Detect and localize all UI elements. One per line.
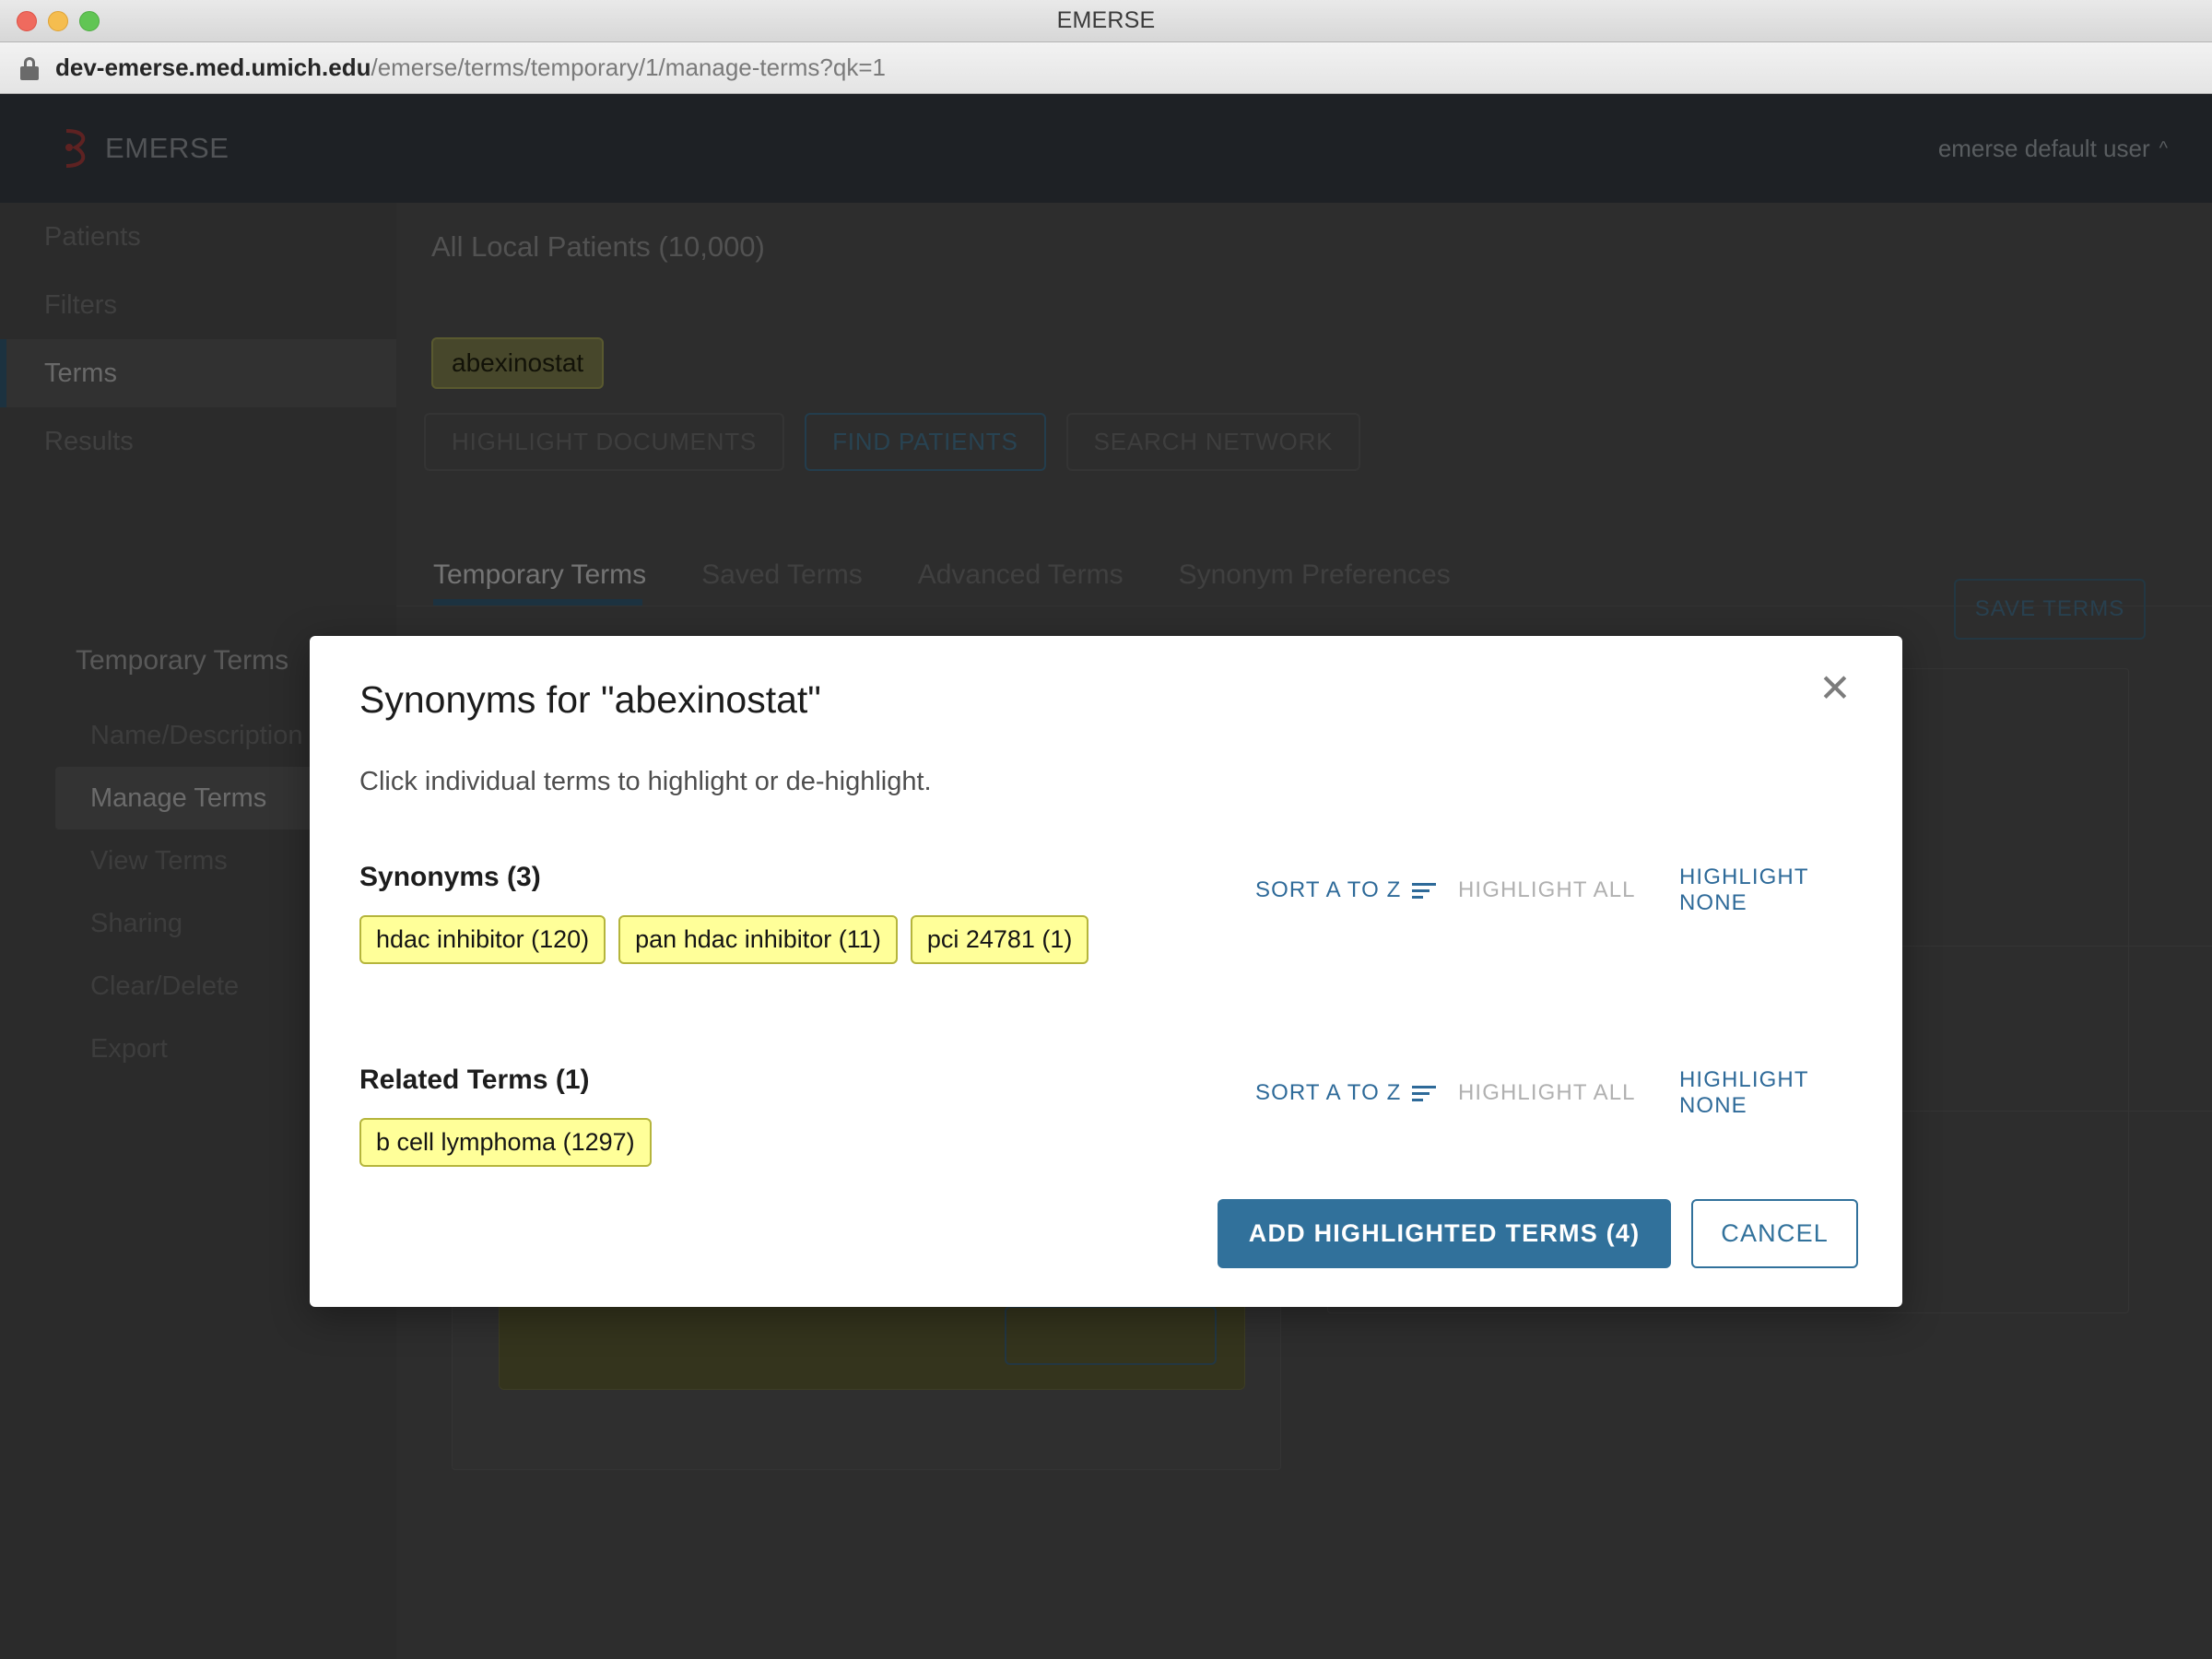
synonyms-section-header: Synonyms (3) SORT A TO Z HIGHLIGHT ALL H… — [359, 862, 1853, 902]
url-path: /emerse/terms/temporary/1/manage-terms?q… — [371, 53, 886, 81]
browser-window-title: EMERSE — [1057, 7, 1156, 34]
sort-descending-icon — [1412, 1084, 1436, 1102]
synonym-chip[interactable]: hdac inhibitor (120) — [359, 915, 606, 964]
sort-a-to-z-button[interactable]: SORT A TO Z — [1255, 877, 1458, 903]
browser-titlebar: EMERSE — [0, 0, 2212, 42]
window-traffic-lights[interactable] — [17, 0, 100, 42]
related-terms-section-actions: SORT A TO Z HIGHLIGHT ALL HIGHLIGHT NONE — [1255, 1067, 1836, 1119]
sort-a-to-z-label: SORT A TO Z — [1255, 877, 1401, 903]
synonyms-section: Synonyms (3) SORT A TO Z HIGHLIGHT ALL H… — [359, 862, 1853, 902]
synonyms-dialog: ✕ Synonyms for "abexinostat" Click indiv… — [310, 636, 1902, 1307]
related-terms-section-label: Related Terms (1) — [359, 1065, 590, 1096]
dialog-title: Synonyms for "abexinostat" — [359, 678, 821, 722]
application: EMERSE emerse default user ^ Patients Fi… — [0, 94, 2212, 1659]
sort-a-to-z-label: SORT A TO Z — [1255, 1080, 1401, 1106]
highlight-none-button[interactable]: HIGHLIGHT NONE — [1679, 1067, 1836, 1119]
sort-descending-icon — [1412, 881, 1436, 900]
dialog-footer: ADD HIGHLIGHTED TERMS (4) CANCEL — [1218, 1199, 1858, 1268]
url-text: dev-emerse.med.umich.edu/emerse/terms/te… — [55, 53, 886, 82]
sort-a-to-z-button[interactable]: SORT A TO Z — [1255, 1080, 1458, 1106]
related-terms-section: Related Terms (1) SORT A TO Z HIGHLIGHT … — [359, 1065, 1853, 1105]
related-terms-chip-list: b cell lymphoma (1297) — [359, 1118, 652, 1167]
close-window-button[interactable] — [17, 11, 37, 31]
cancel-button[interactable]: CANCEL — [1691, 1199, 1858, 1268]
maximize-window-button[interactable] — [79, 11, 100, 31]
browser-urlbar[interactable]: dev-emerse.med.umich.edu/emerse/terms/te… — [0, 42, 2212, 94]
page-root: EMERSE dev-emerse.med.umich.edu/emerse/t… — [0, 0, 2212, 1659]
highlight-none-button[interactable]: HIGHLIGHT NONE — [1679, 865, 1836, 916]
synonyms-section-label: Synonyms (3) — [359, 862, 541, 893]
synonyms-chip-list: hdac inhibitor (120) pan hdac inhibitor … — [359, 915, 1088, 964]
add-highlighted-terms-button[interactable]: ADD HIGHLIGHTED TERMS (4) — [1218, 1199, 1672, 1268]
synonym-chip[interactable]: pan hdac inhibitor (11) — [618, 915, 898, 964]
close-icon[interactable]: ✕ — [1808, 662, 1862, 715]
highlight-all-button[interactable]: HIGHLIGHT ALL — [1458, 1080, 1679, 1106]
related-term-chip[interactable]: b cell lymphoma (1297) — [359, 1118, 652, 1167]
related-terms-section-header: Related Terms (1) SORT A TO Z HIGHLIGHT … — [359, 1065, 1853, 1105]
synonym-chip[interactable]: pci 24781 (1) — [911, 915, 1089, 964]
highlight-all-button[interactable]: HIGHLIGHT ALL — [1458, 877, 1679, 903]
url-host: dev-emerse.med.umich.edu — [55, 53, 371, 81]
lock-icon — [20, 56, 39, 80]
minimize-window-button[interactable] — [48, 11, 68, 31]
synonyms-section-actions: SORT A TO Z HIGHLIGHT ALL HIGHLIGHT NONE — [1255, 865, 1836, 916]
dialog-subtitle: Click individual terms to highlight or d… — [359, 767, 932, 797]
